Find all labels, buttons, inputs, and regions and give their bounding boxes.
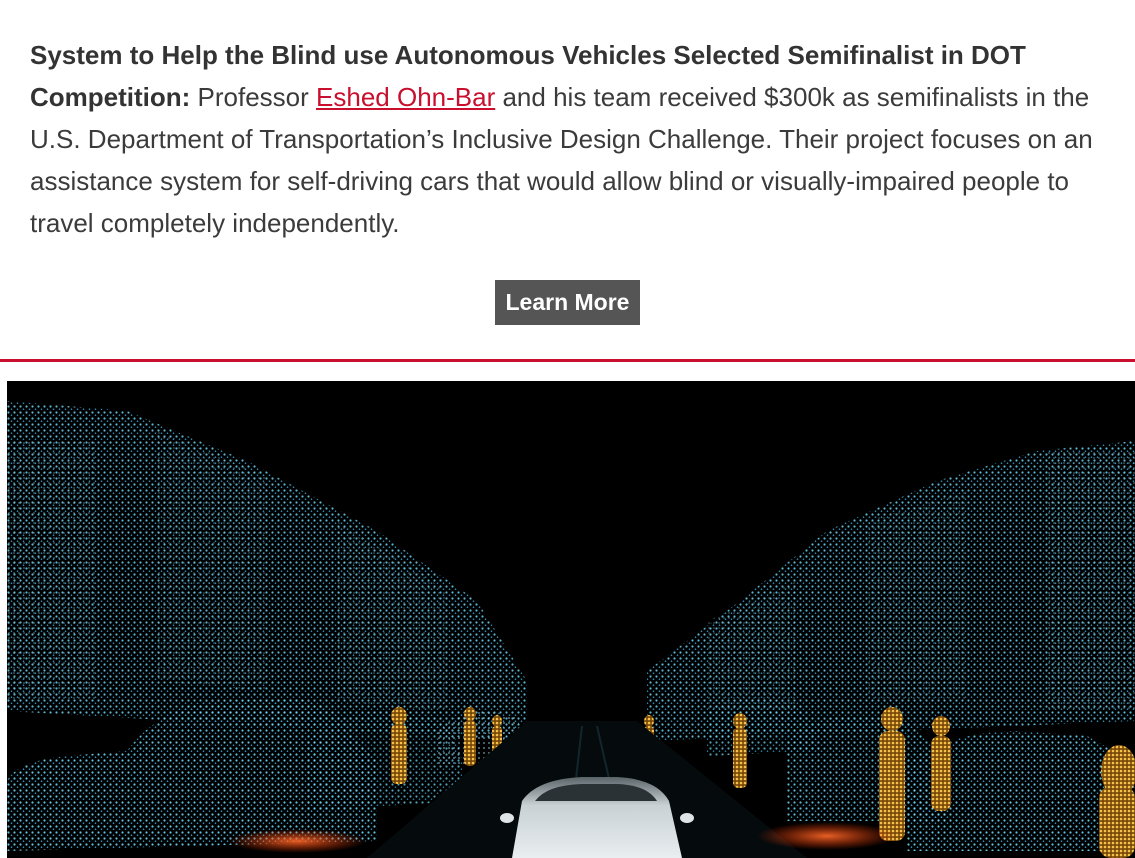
professor-link[interactable]: Eshed Ohn-Bar — [316, 82, 495, 112]
learn-more-button[interactable]: Learn More — [494, 280, 641, 325]
section-divider — [0, 359, 1135, 362]
cta-container: Learn More — [0, 280, 1135, 325]
hero-image — [7, 381, 1135, 858]
lidar-point-cloud-street-image — [7, 401, 1135, 858]
story-text-before-link: Professor — [190, 82, 317, 112]
news-story: System to Help the Blind use Autonomous … — [30, 34, 1110, 244]
